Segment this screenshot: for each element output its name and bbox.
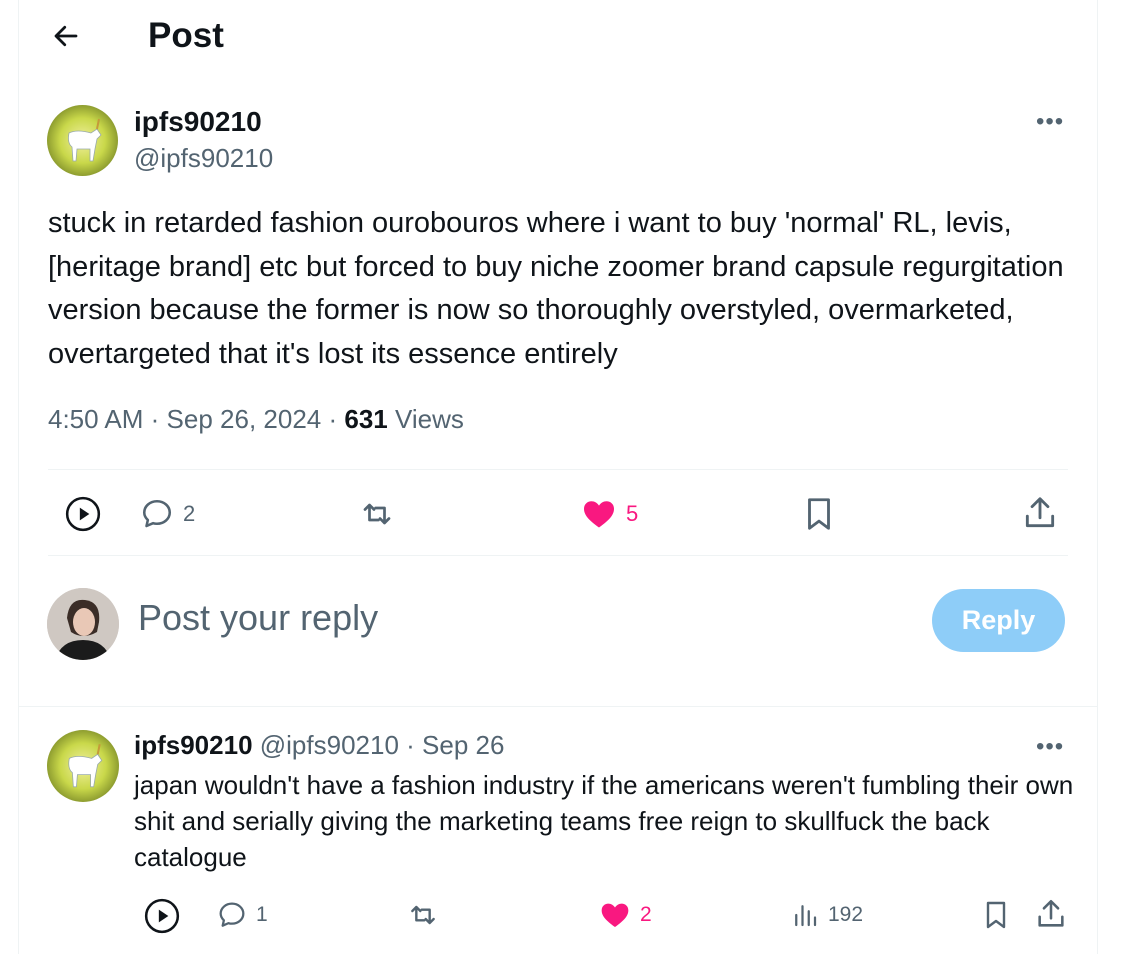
bookmark-icon <box>986 901 1006 929</box>
reply-reply-action[interactable]: 1 <box>216 899 268 931</box>
divider <box>18 706 1098 707</box>
reply-count: 2 <box>183 501 196 526</box>
reply-like-action[interactable]: 2 <box>598 899 652 931</box>
reply-author-avatar[interactable] <box>47 730 119 802</box>
author-name[interactable]: ipfs90210 <box>134 106 262 138</box>
bookmark-icon <box>808 498 830 530</box>
reply-more-options-button[interactable]: ••• <box>1036 733 1064 761</box>
reply-input[interactable]: Post your reply <box>138 597 378 639</box>
author-avatar[interactable] <box>47 105 118 176</box>
heart-icon <box>584 501 614 528</box>
page: Post ipfs90210 @ipfs90210 ••• stuck in r… <box>0 0 1132 954</box>
horse-avatar-image <box>68 743 103 788</box>
reply-views-count: 192 <box>828 903 864 926</box>
back-arrow-icon <box>54 25 78 47</box>
horse-avatar-image <box>68 118 102 162</box>
post-text: stuck in retarded fashion ourobouros whe… <box>48 207 1064 370</box>
post-time[interactable]: 4:50 AM <box>48 404 143 434</box>
reply-action[interactable]: 2 <box>139 496 195 532</box>
reply-author-name[interactable]: ipfs90210 <box>134 730 253 760</box>
share-icon <box>1038 899 1064 927</box>
current-user-avatar[interactable] <box>47 588 119 660</box>
reply-reply-count: 1 <box>256 903 268 926</box>
retweet-icon <box>411 905 435 925</box>
share-action[interactable] <box>1021 494 1059 532</box>
reply-like-count: 2 <box>640 903 652 926</box>
back-button[interactable] <box>44 14 88 58</box>
reply-header: ipfs90210 @ipfs90210 · Sep 26 <box>134 730 504 761</box>
views-count: 631 <box>344 404 388 434</box>
play-button[interactable] <box>64 495 102 533</box>
meta-separator: · <box>328 404 338 434</box>
play-icon <box>65 496 101 532</box>
heart-icon <box>601 903 629 927</box>
views-label: Views <box>395 404 464 434</box>
reply-retweet-action[interactable] <box>406 899 440 931</box>
bookmark-action[interactable] <box>800 494 838 534</box>
page-title: Post <box>148 16 224 55</box>
reply-icon <box>142 499 172 528</box>
post-meta: 4:50 AM · Sep 26, 2024 · 631 Views <box>48 404 464 435</box>
reply-icon <box>219 902 245 927</box>
reply-button[interactable]: Reply <box>932 589 1065 652</box>
divider <box>48 555 1068 556</box>
reply-date[interactable]: · Sep 26 <box>406 730 504 760</box>
reply-views-action[interactable]: 192 <box>790 899 863 931</box>
reply-play-button[interactable] <box>143 897 181 935</box>
user-avatar-image <box>47 588 119 660</box>
like-action[interactable]: 5 <box>580 496 638 532</box>
retweet-action[interactable] <box>358 496 396 532</box>
retweet-icon <box>363 503 391 525</box>
reply-bookmark-action[interactable] <box>980 897 1012 933</box>
reply-author-handle[interactable]: @ipfs90210 <box>260 730 399 760</box>
views-icon <box>795 905 817 927</box>
reply-text: japan wouldn't have a fashion industry i… <box>134 770 1074 872</box>
play-icon <box>144 898 180 934</box>
more-icon: ••• <box>1036 733 1065 760</box>
author-handle[interactable]: @ipfs90210 <box>134 143 273 174</box>
post-date[interactable]: Sep 26, 2024 <box>167 404 322 434</box>
more-icon: ••• <box>1036 108 1065 135</box>
reply-share-action[interactable] <box>1034 897 1068 931</box>
more-options-button[interactable]: ••• <box>1036 108 1064 136</box>
meta-separator: · <box>150 404 160 434</box>
like-count: 5 <box>626 501 639 526</box>
divider <box>48 469 1068 470</box>
share-icon <box>1025 497 1055 528</box>
